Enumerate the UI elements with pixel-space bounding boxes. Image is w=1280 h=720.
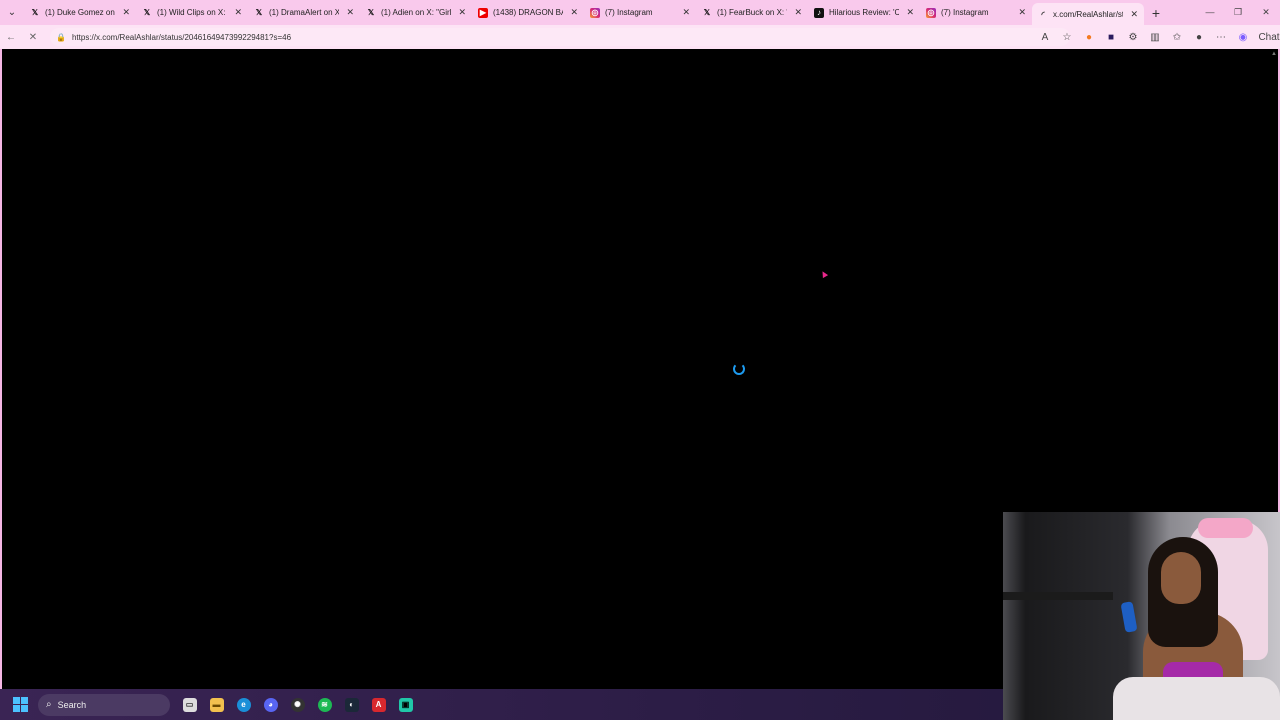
tab-title: (1) FearBuck on X: "Sh [717,8,787,17]
split-screen-icon[interactable]: ▥ [1144,32,1166,43]
blanket [1113,677,1280,720]
loading-spinner-icon [733,363,745,375]
browser-tab[interactable]: 𝕏 (1) DramaAlert on X: " ✕ [248,0,360,25]
tab-title: Hilarious Review: 'Cra [829,8,899,17]
browser-tab[interactable]: ◎ (7) Instagram ✕ [584,0,696,25]
address-bar[interactable]: 🔒 https://x.com/RealAshlar/status/204616… [50,28,1070,46]
discord-icon[interactable]: ◕ [257,693,284,717]
adobe-acrobat-icon[interactable]: A [365,693,392,717]
profile-avatar-icon[interactable]: ● [1188,32,1210,43]
close-tab-icon[interactable]: ✕ [458,7,466,18]
x-icon: 𝕏 [255,8,263,17]
back-icon[interactable]: ← [0,32,22,43]
task-view-icon[interactable]: ▭ [176,693,203,717]
close-tab-icon[interactable]: ✕ [122,7,130,18]
tab-actions-menu-icon[interactable]: ⌄ [0,0,24,25]
close-tab-icon[interactable]: ✕ [570,7,578,18]
close-window-icon[interactable]: ✕ [1252,0,1280,25]
close-tab-icon[interactable]: ✕ [234,7,242,18]
browser-tab[interactable]: 𝕏 (1) Adien on X: "Girl ge ✕ [360,0,472,25]
favorite-star-icon[interactable]: ☆ [1056,32,1078,43]
tab-title: x.com/RealAshlar/stat [1053,9,1123,19]
close-tab-icon[interactable]: ✕ [1130,9,1138,20]
taskbar-apps: ▭ ▬ e ◕ ✺ ≋ ◐ A ▣ [176,693,419,717]
close-tab-icon[interactable]: ✕ [346,7,354,18]
browser-tab[interactable]: ◜ x.com/RealAshlar/stat ✕ [1032,3,1144,25]
gaming-chair-headrest [1198,518,1253,538]
browser-tab[interactable]: 𝕏 (1) Wild Clips on X: "W ✕ [136,0,248,25]
instagram-icon: ◎ [926,7,936,18]
edge-browser-icon[interactable]: e [230,693,257,717]
site-info-icon[interactable]: 🔒 [56,33,66,42]
read-aloud-icon[interactable]: A [1034,32,1056,43]
webcam-shelf [1003,592,1113,600]
tab-title: (1) Duke Gomez on X: [45,8,115,17]
tab-title: (7) Instagram [941,8,989,17]
tab-list: 𝕏 (1) Duke Gomez on X: ✕ 𝕏 (1) Wild Clips o… [24,0,1144,25]
tab-title: (1) DramaAlert on X: " [269,8,339,17]
close-tab-icon[interactable]: ✕ [682,7,690,18]
extension-orange-icon[interactable]: ● [1078,32,1100,43]
capcut-icon[interactable]: ▣ [392,693,419,717]
tab-title: (1438) DRAGON BALL [493,8,563,17]
x-icon: 𝕏 [31,8,39,17]
browser-tab[interactable]: ▶ (1438) DRAGON BALL ✕ [472,0,584,25]
x-icon: 𝕏 [703,8,711,17]
spotify-icon[interactable]: ≋ [311,693,338,717]
more-menu-icon[interactable]: ⋯ [1210,32,1232,43]
loading-icon: ◜ [1041,9,1045,19]
browser-tab[interactable]: ♪ Hilarious Review: 'Cra ✕ [808,0,920,25]
windows-start-icon[interactable] [8,693,32,717]
browser-tab[interactable]: ◎ (7) Instagram ✕ [920,0,1032,25]
search-label: Search [57,699,87,710]
close-tab-icon[interactable]: ✕ [906,7,914,18]
steam-icon[interactable]: ◐ [338,693,365,717]
webcam-overlay [1003,512,1280,720]
file-explorer-icon[interactable]: ▬ [203,693,230,717]
maximize-icon[interactable]: ❐ [1224,0,1252,25]
browser-tab[interactable]: 𝕏 (1) FearBuck on X: "Sh ✕ [696,0,808,25]
minimize-icon[interactable]: — [1196,0,1224,25]
x-icon: 𝕏 [367,8,375,17]
browser-tab[interactable]: 𝕏 (1) Duke Gomez on X: ✕ [24,0,136,25]
x-icon: 𝕏 [143,8,151,17]
window-controls: — ❐ ✕ [1196,0,1280,25]
scroll-up-icon[interactable]: ▲ [1271,51,1277,57]
new-tab-button[interactable]: + [1144,5,1168,21]
chat-button[interactable]: Chat [1258,32,1280,43]
copilot-icon[interactable]: ◉ [1232,32,1254,43]
streamer-face [1161,552,1201,604]
chatgpt-icon[interactable]: ✺ [284,693,311,717]
extension-puzzle-icon[interactable]: ⚙ [1122,32,1144,43]
youtube-icon: ▶ [478,7,488,18]
tiktok-icon: ♪ [814,7,824,18]
instagram-icon: ◎ [590,7,600,18]
url-text: https://x.com/RealAshlar/status/20461649… [71,32,292,42]
tab-strip: ⌄ 𝕏 (1) Duke Gomez on X: ✕ 𝕏 (1) Wild Clips… [0,0,1280,25]
stop-loading-icon[interactable]: ✕ [22,32,44,43]
close-tab-icon[interactable]: ✕ [1018,7,1026,18]
tab-title: (1) Adien on X: "Girl ge [381,8,451,17]
taskbar-search-box[interactable]: ⌕ Search [38,693,170,716]
toolbar-icons: A ☆ ● ■ ⚙ ▥ ✩ ● ⋯ ◉ Chat [1034,25,1280,49]
extension-dark-icon[interactable]: ■ [1100,32,1122,43]
search-icon: ⌕ [46,699,52,710]
tab-title: (7) Instagram [605,8,653,17]
close-tab-icon[interactable]: ✕ [794,7,802,18]
favorites-icon[interactable]: ✩ [1166,32,1188,43]
tab-title: (1) Wild Clips on X: "W [157,8,227,17]
